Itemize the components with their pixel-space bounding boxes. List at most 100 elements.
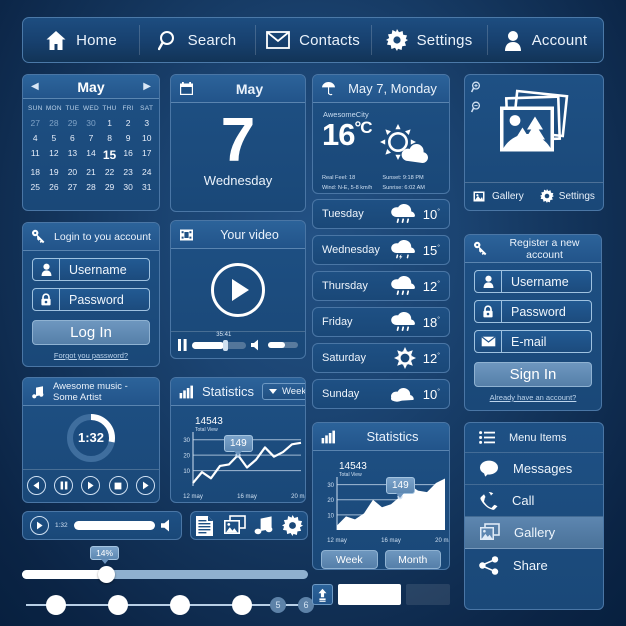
already-have-account-link[interactable]: Already have an account? xyxy=(465,393,601,402)
login-password-field[interactable]: Password xyxy=(32,288,150,311)
register-email-field[interactable]: E-mail xyxy=(474,330,592,353)
forecast-row[interactable]: Thursday 12° xyxy=(312,271,450,301)
video-play-button[interactable] xyxy=(211,263,265,317)
calendar-day[interactable]: 30 xyxy=(82,115,101,130)
upload-icon[interactable] xyxy=(312,584,333,605)
calendar-day[interactable]: 19 xyxy=(45,164,64,179)
stats-month-button[interactable]: Month xyxy=(384,550,441,569)
volume-icon[interactable] xyxy=(251,339,263,351)
forecast-row[interactable]: Saturday 12° xyxy=(312,343,450,373)
calendar-day[interactable]: 8 xyxy=(100,130,119,145)
video-surface[interactable] xyxy=(171,249,305,331)
calendar-day[interactable]: 9 xyxy=(119,130,138,145)
stats-week-button[interactable]: Week xyxy=(321,550,378,569)
stats-period-dropdown[interactable]: Week xyxy=(262,383,305,400)
menu-item-call[interactable]: Call xyxy=(465,485,603,517)
calendar-day[interactable]: 21 xyxy=(82,164,101,179)
music-pause-button[interactable] xyxy=(54,476,74,495)
music-note-icon[interactable] xyxy=(254,515,274,536)
volume-slider[interactable] xyxy=(268,342,298,348)
calendar-day[interactable]: 31 xyxy=(137,179,156,194)
nav-item-contacts[interactable]: Contacts xyxy=(255,18,371,62)
calendar-day[interactable]: 28 xyxy=(82,179,101,194)
forecast-row[interactable]: Sunday 10° xyxy=(312,379,450,409)
menu-item-share[interactable]: Share xyxy=(465,549,603,581)
nav-item-search[interactable]: Search xyxy=(139,18,255,62)
zoom-out-icon[interactable] xyxy=(470,101,483,113)
audio-play-button[interactable] xyxy=(30,516,49,535)
calendar-day[interactable]: 11 xyxy=(26,145,45,164)
zoom-in-icon[interactable] xyxy=(470,81,483,93)
calendar-day[interactable]: 20 xyxy=(63,164,82,179)
calendar-day[interactable]: 29 xyxy=(100,179,119,194)
calendar-day[interactable]: 1 xyxy=(100,115,119,130)
step-dot-active[interactable] xyxy=(232,595,252,615)
calendar-prev-button[interactable]: ◀ xyxy=(31,81,39,92)
pause-icon[interactable] xyxy=(178,339,187,351)
register-username-field[interactable]: Username xyxy=(474,270,592,293)
calendar-day[interactable]: 3 xyxy=(137,115,156,130)
calendar-day[interactable]: 22 xyxy=(100,164,119,179)
photo-icon[interactable] xyxy=(223,515,246,536)
calendar-day[interactable]: 26 xyxy=(45,179,64,194)
music-next-button[interactable] xyxy=(135,476,155,495)
stats-big-chart: 10203012 may16 may20 may14543Total View … xyxy=(313,451,449,546)
calendar-next-button[interactable]: ▶ xyxy=(143,81,151,92)
login-username-value: Username xyxy=(69,262,127,277)
gallery-settings-button[interactable]: Settings xyxy=(539,189,595,203)
calendar-day[interactable]: 5 xyxy=(45,130,64,145)
forecast-row[interactable]: Tuesday 10° xyxy=(312,199,450,229)
step-dot-active[interactable] xyxy=(170,595,190,615)
calendar-day-selected[interactable]: 15 xyxy=(100,145,119,164)
calendar-day[interactable]: 24 xyxy=(137,164,156,179)
calendar-day[interactable]: 27 xyxy=(26,115,45,130)
slider-knob[interactable] xyxy=(98,566,116,583)
forecast-row[interactable]: Friday 18° xyxy=(312,307,450,337)
calendar-day[interactable]: 25 xyxy=(26,179,45,194)
login-username-field[interactable]: Username xyxy=(32,258,150,281)
gallery-button[interactable]: Gallery xyxy=(473,190,524,203)
menu-items: Messages Call Gallery Share xyxy=(465,453,603,581)
calendar-day[interactable]: 14 xyxy=(82,145,101,164)
forecast-row[interactable]: Wednesday 15° xyxy=(312,235,450,265)
gear-icon[interactable] xyxy=(282,515,303,536)
umbrella-icon xyxy=(321,81,336,96)
register-submit-button[interactable]: Sign In xyxy=(474,362,592,387)
calendar-day[interactable]: 29 xyxy=(63,115,82,130)
document-icon[interactable] xyxy=(195,515,215,537)
music-play-button[interactable] xyxy=(81,476,101,495)
login-submit-button[interactable]: Log In xyxy=(32,320,150,345)
volume-icon[interactable] xyxy=(161,519,174,532)
nav-item-settings[interactable]: Settings xyxy=(371,18,487,62)
video-progress-slider[interactable]: 35:41 xyxy=(192,332,246,351)
calendar-day[interactable]: 23 xyxy=(119,164,138,179)
audio-progress-slider[interactable] xyxy=(73,521,155,530)
music-previous-button[interactable] xyxy=(27,476,47,495)
menu-item-messages[interactable]: Messages xyxy=(465,453,603,485)
music-stop-button[interactable] xyxy=(108,476,128,495)
calendar-day[interactable]: 13 xyxy=(63,145,82,164)
calendar-day[interactable]: 12 xyxy=(45,145,64,164)
calendar-day[interactable]: 27 xyxy=(63,179,82,194)
menu-item-gallery[interactable]: Gallery xyxy=(465,517,603,549)
nav-item-account[interactable]: Account xyxy=(487,18,603,62)
step-dot-active[interactable] xyxy=(46,595,66,615)
calendar-day[interactable]: 10 xyxy=(137,130,156,145)
calendar-day[interactable]: 28 xyxy=(45,115,64,130)
video-progress-knob[interactable] xyxy=(222,339,228,351)
step-dot-inactive[interactable]: 5 xyxy=(270,597,286,613)
calendar-day[interactable]: 18 xyxy=(26,164,45,179)
step-dot-active[interactable] xyxy=(108,595,128,615)
upload-text-input[interactable] xyxy=(338,584,401,605)
calendar-day[interactable]: 6 xyxy=(63,130,82,145)
calendar-day[interactable]: 4 xyxy=(26,130,45,145)
register-password-field[interactable]: Password xyxy=(474,300,592,323)
calendar-day[interactable]: 7 xyxy=(82,130,101,145)
percent-slider[interactable]: 14% xyxy=(22,546,308,583)
calendar-day[interactable]: 17 xyxy=(137,145,156,164)
nav-item-home[interactable]: Home xyxy=(23,18,139,62)
calendar-day[interactable]: 30 xyxy=(119,179,138,194)
calendar-day[interactable]: 2 xyxy=(119,115,138,130)
calendar-day[interactable]: 16 xyxy=(119,145,138,164)
forgot-password-link[interactable]: Forgot you password? xyxy=(23,351,159,360)
